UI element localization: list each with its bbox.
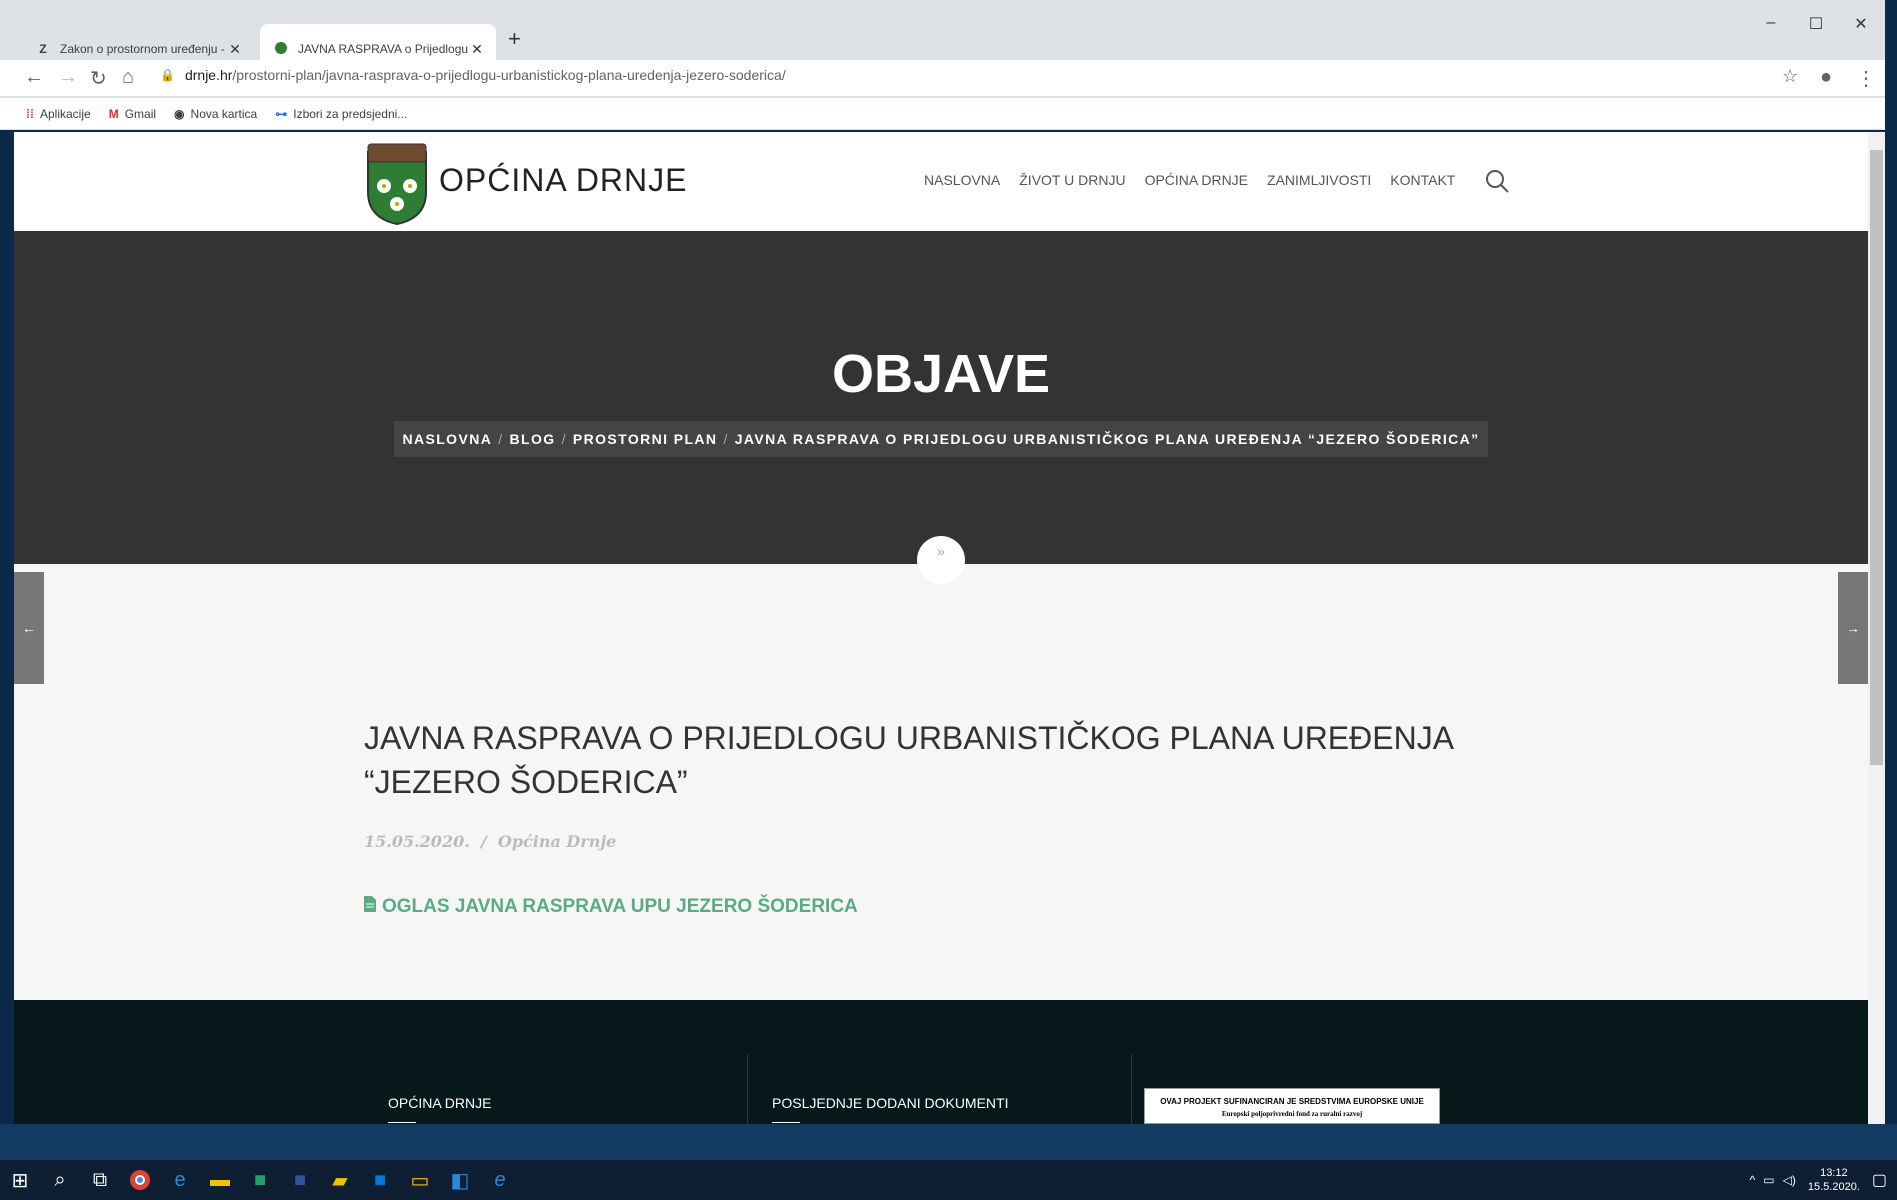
breadcrumb-current: JAVNA RASPRAVA O PRIJEDLOGU URBANISTIČKO…: [734, 431, 1480, 447]
tray-chevron-icon[interactable]: ^: [1750, 1173, 1756, 1187]
footer-col-opcina-title: OPĆINA DRNJE: [388, 1095, 492, 1111]
footer-underline: [388, 1122, 416, 1123]
footer-divider: [1131, 1054, 1132, 1124]
post-date: 15.05.2020.: [364, 832, 470, 851]
app-icon[interactable]: ◧: [440, 1160, 480, 1200]
search-icon[interactable]: [1484, 168, 1510, 199]
breadcrumb-separator: /: [498, 431, 504, 447]
globe-icon: ◉: [174, 106, 185, 121]
hero-title: OBJAVE: [831, 344, 1051, 404]
nav-naslovna[interactable]: NASLOVNA: [924, 172, 1000, 188]
address-bar[interactable]: 🔒 drnje.hr/prostorni-plan/javna-rasprava…: [160, 64, 786, 86]
meta-separator: /: [480, 832, 487, 851]
network-icon[interactable]: ▭: [1763, 1173, 1774, 1187]
breadcrumb-prostorni-plan[interactable]: PROSTORNI PLAN: [573, 431, 718, 447]
lock-icon: 🔒: [160, 68, 175, 82]
next-post-arrow-icon[interactable]: →: [1838, 572, 1868, 684]
bookmark-apps[interactable]: ⁞⁞ Aplikacije: [26, 107, 91, 121]
windows-taskbar: ⊞ ⌕ ⧉ e ▬ ■ ■ ▰ ■ ▭ ◧ e: [0, 1160, 1897, 1200]
outlook-icon[interactable]: ■: [360, 1160, 400, 1200]
document-link[interactable]: OGLAS JAVNA RASPRAVA UPU JEZERO ŠODERICA: [364, 896, 858, 918]
edge-icon[interactable]: e: [160, 1160, 200, 1200]
file-explorer-icon[interactable]: ▬: [200, 1160, 240, 1200]
bookmark-nova-kartica[interactable]: ◉ Nova kartica: [174, 107, 257, 121]
reload-icon[interactable]: ↻: [90, 66, 107, 91]
post-meta: 15.05.2020. / Općina Drnje: [364, 832, 616, 851]
scroll-down-chevron-icon[interactable]: »: [917, 536, 965, 584]
document-icon: [364, 896, 376, 918]
coat-of-arms-logo[interactable]: [364, 142, 430, 226]
bookmark-label: Gmail: [124, 106, 157, 121]
tab-title: JAVNA RASPRAVA o Prijedlogu U: [298, 42, 470, 56]
breadcrumb: NASLOVNA / BLOG / PROSTORNI PLAN / JAVNA…: [394, 421, 1488, 457]
clock-time: 13:12: [1820, 1167, 1848, 1179]
task-view-icon[interactable]: ⧉: [80, 1160, 120, 1200]
menu-icon[interactable]: ⋮: [1856, 66, 1876, 91]
nav-zivot-u-drnju[interactable]: ŽIVOT U DRNJU: [1019, 172, 1125, 188]
post-author[interactable]: Općina Drnje: [498, 832, 616, 851]
close-tab-icon[interactable]: ✕: [470, 41, 484, 58]
bookmark-label: Nova kartica: [190, 106, 258, 121]
url-path: /prostorni-plan/javna-rasprava-o-prijedl…: [232, 67, 786, 83]
scrollbar-thumb[interactable]: [1870, 150, 1883, 765]
system-tray: ^ ▭ ◁) 13:12 15.5.2020. ▢: [1750, 1160, 1897, 1200]
home-icon[interactable]: ⌂: [122, 66, 134, 89]
breadcrumb-blog[interactable]: BLOG: [510, 431, 556, 447]
new-tab-icon[interactable]: +: [508, 26, 521, 52]
web-page: OPĆINA DRNJE NASLOVNA ŽIVOT U DRNJU OPĆI…: [14, 132, 1868, 1124]
main-nav: NASLOVNA ŽIVOT U DRNJU OPĆINA DRNJE ZANI…: [924, 172, 1474, 188]
bookmark-label: Izbori za predsjedni...: [293, 106, 408, 121]
maximize-icon[interactable]: ☐: [1801, 14, 1831, 34]
breadcrumb-separator: /: [561, 431, 567, 447]
nav-zanimljivosti[interactable]: ZANIMLJIVOSTI: [1267, 172, 1371, 188]
excel-icon[interactable]: ■: [240, 1160, 280, 1200]
nav-opcina-drnje[interactable]: OPĆINA DRNJE: [1145, 172, 1248, 188]
post-title: JAVNA RASPRAVA O PRIJEDLOGU URBANISTIČKO…: [364, 720, 1453, 800]
tab-favicon-z-icon: Z: [39, 42, 47, 56]
eu-banner-text: OVAJ PROJEKT SUFINANCIRAN JE SREDSTVIMA …: [1160, 1097, 1424, 1106]
bookmark-star-icon[interactable]: ☆: [1782, 66, 1798, 87]
word-icon[interactable]: ■: [280, 1160, 320, 1200]
url-domain: drnje.hr: [184, 67, 233, 83]
folder-icon[interactable]: ▰: [320, 1160, 360, 1200]
tab-favicon-shield-icon: [272, 41, 290, 58]
clock-date: 15.5.2020.: [1807, 1181, 1860, 1193]
search-icon[interactable]: ⌕: [40, 1160, 80, 1200]
key-icon: ⊶: [275, 106, 288, 121]
start-icon[interactable]: ⊞: [0, 1160, 40, 1200]
desktop-background: [0, 1124, 1897, 1160]
site-name[interactable]: OPĆINA DRNJE: [439, 162, 687, 199]
back-icon[interactable]: ←: [24, 66, 44, 89]
app-icon[interactable]: ▭: [400, 1160, 440, 1200]
volume-icon[interactable]: ◁): [1783, 1173, 1796, 1187]
eu-banner-subtext: Europski poljoprivredni fond za ruralni …: [1221, 1110, 1363, 1118]
eu-funding-banner[interactable]: OVAJ PROJEKT SUFINANCIRAN JE SREDSTVIMA …: [1144, 1088, 1440, 1124]
bookmark-label: Aplikacije: [40, 106, 91, 121]
bookmark-gmail[interactable]: M Gmail: [109, 107, 156, 121]
nav-kontakt[interactable]: KONTAKT: [1390, 172, 1455, 188]
previous-post-arrow-icon[interactable]: ←: [14, 572, 44, 684]
gmail-icon: M: [108, 106, 119, 121]
footer-divider: [747, 1054, 748, 1124]
chrome-icon[interactable]: [120, 1160, 160, 1200]
notifications-icon[interactable]: ▢: [1872, 1170, 1887, 1190]
forward-icon[interactable]: →: [58, 66, 78, 89]
breadcrumb-naslovna[interactable]: NASLOVNA: [402, 431, 492, 447]
clock[interactable]: 13:12 15.5.2020.: [1808, 1166, 1860, 1194]
bookmark-izbori[interactable]: ⊶ Izbori za predsjedni...: [275, 107, 407, 121]
apps-icon: ⁞⁞: [26, 106, 34, 121]
footer-col-documents-title: POSLJEDNJE DODANI DOKUMENTI: [772, 1095, 1009, 1111]
minimize-icon[interactable]: –: [1756, 14, 1786, 32]
breadcrumb-separator: /: [723, 431, 729, 447]
close-tab-icon[interactable]: ✕: [228, 41, 242, 58]
internet-explorer-icon[interactable]: e: [480, 1160, 520, 1200]
document-link-label: OGLAS JAVNA RASPRAVA UPU JEZERO ŠODERICA: [382, 896, 858, 917]
hero-banner: OBJAVE NASLOVNA / BLOG / PROSTORNI PLAN …: [14, 231, 1868, 564]
tab-title: Zakon o prostornom uređenju - Z: [60, 42, 228, 56]
bookmarks-bar: ⁞⁞ Aplikacije M Gmail ◉ Nova kartica ⊶ Izbor…: [0, 98, 1885, 130]
close-window-icon[interactable]: ✕: [1846, 14, 1876, 34]
profile-icon[interactable]: ●: [1820, 66, 1832, 89]
footer-underline: [772, 1122, 800, 1123]
